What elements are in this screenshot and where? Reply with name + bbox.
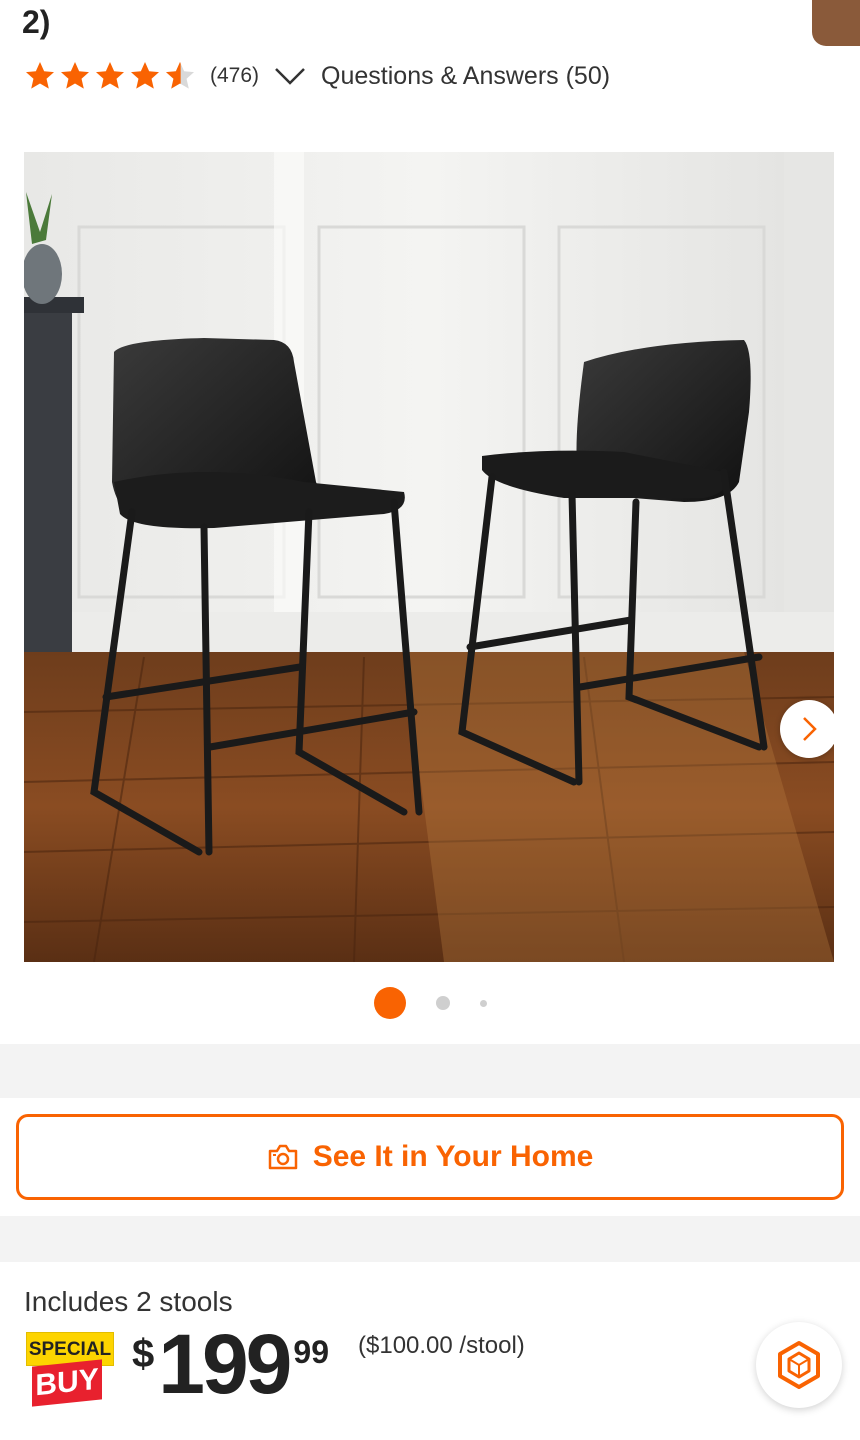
- carousel-dot[interactable]: [479, 999, 487, 1007]
- half-star-icon: [166, 62, 194, 89]
- product-page: 2) (476) Questions & Answers (50) See It…: [0, 0, 860, 1440]
- corner-thumbnail: [812, 0, 860, 46]
- star-icon: [131, 62, 159, 89]
- includes-text: Includes 2 stools: [24, 1286, 233, 1317]
- assistant-button[interactable]: [756, 1322, 842, 1408]
- see-it-in-your-home-button[interactable]: See It in Your Home: [16, 1114, 844, 1200]
- carousel-dots: [0, 986, 860, 1020]
- questions-answers-link[interactable]: Questions & Answers (50): [321, 62, 610, 91]
- section-divider: [0, 1044, 860, 1098]
- see-it-in-your-home-label: See It in Your Home: [312, 1140, 594, 1173]
- price: $ 199 99: [132, 1322, 329, 1406]
- price-whole: 199: [158, 1317, 292, 1411]
- camera-icon: [268, 1144, 297, 1170]
- badge-bottom-label: BUY: [32, 1359, 102, 1407]
- hexagon-assistant-icon: [778, 1341, 820, 1389]
- section-divider: [0, 1216, 860, 1262]
- carousel-dot[interactable]: [435, 996, 450, 1010]
- price-per-unit: ($100.00 /stool): [358, 1332, 525, 1359]
- star-icon: [26, 62, 54, 89]
- special-buy-badge: SPECIAL BUY: [26, 1332, 116, 1410]
- star-icon: [61, 62, 89, 89]
- chevron-right-icon: [803, 717, 817, 741]
- price-currency: $: [132, 1332, 155, 1376]
- carousel-dot-active[interactable]: [373, 987, 406, 1019]
- product-title-tail: 2): [22, 4, 51, 40]
- next-image-button[interactable]: [780, 700, 834, 758]
- star-icon: [96, 62, 124, 89]
- chevron-down-icon[interactable]: [273, 64, 307, 88]
- price-cents: 99: [293, 1334, 329, 1370]
- product-image: [24, 152, 834, 962]
- rating-stars[interactable]: [24, 60, 196, 92]
- review-count[interactable]: (476): [210, 64, 259, 88]
- rating-row: (476) Questions & Answers (50): [24, 56, 610, 96]
- product-image-gallery[interactable]: [24, 152, 834, 962]
